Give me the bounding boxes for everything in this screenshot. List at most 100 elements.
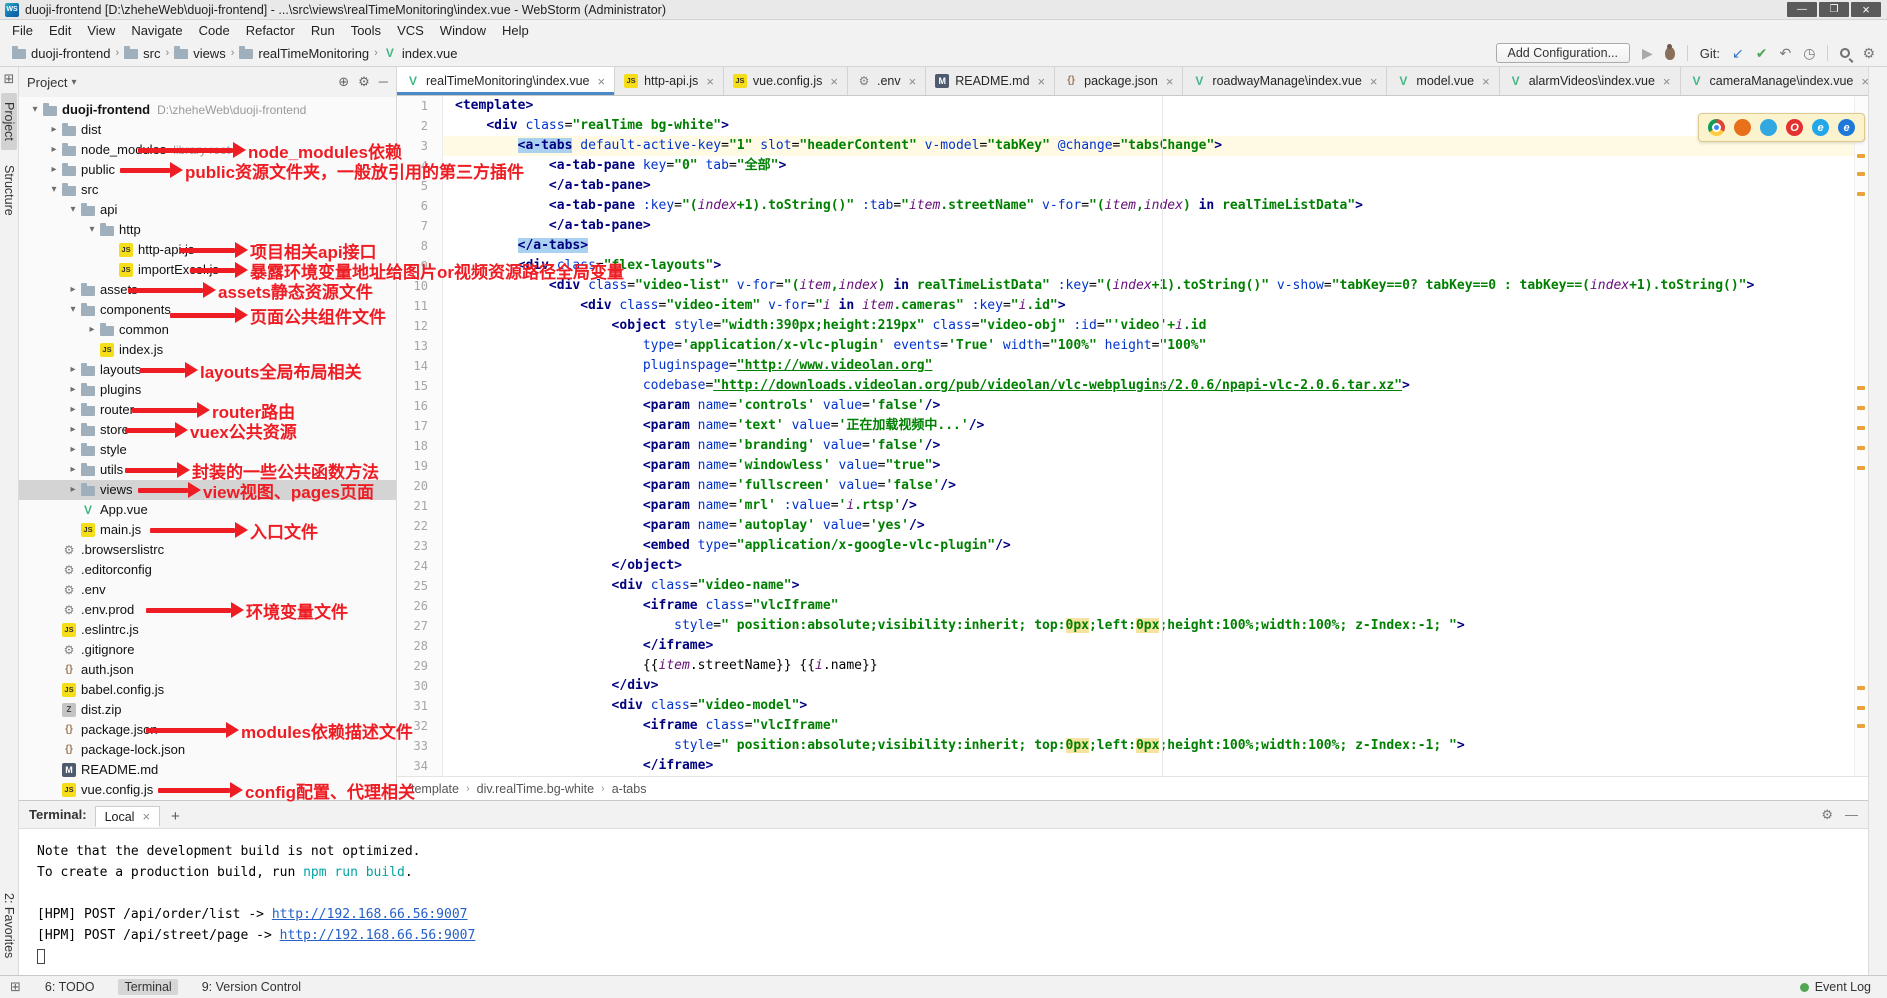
editor-tab-package-json[interactable]: {}package.json×: [1055, 67, 1183, 95]
stripe-mark[interactable]: [1857, 466, 1865, 470]
run-button[interactable]: [1642, 46, 1653, 60]
breadcrumb-item-realtimemonitoring[interactable]: realTimeMonitoring: [239, 46, 369, 61]
menu-file[interactable]: File: [4, 22, 41, 39]
close-tab-icon[interactable]: ×: [1038, 74, 1046, 89]
code-line-22[interactable]: 22 <param name='autoplay' value='yes'/>: [397, 516, 1868, 536]
tree-item-api[interactable]: ▾api: [19, 200, 396, 220]
code-line-17[interactable]: 17 <param name='text' value='正在加载视频中...'…: [397, 416, 1868, 436]
tree-item-public[interactable]: ▸public: [19, 160, 396, 180]
code-line-29[interactable]: 29 {{item.streetName}} {{i.name}}: [397, 656, 1868, 676]
stripe-mark[interactable]: [1857, 446, 1865, 450]
tree-item-env[interactable]: ⚙.env: [19, 580, 396, 600]
tool-windows-grid-icon[interactable]: ⊞: [10, 979, 21, 995]
close-tab-icon[interactable]: ×: [1370, 74, 1378, 89]
menu-window[interactable]: Window: [432, 22, 494, 39]
status-event-log[interactable]: Event Log: [1794, 979, 1877, 995]
code-line-27[interactable]: 27 style=" position:absolute;visibility:…: [397, 616, 1868, 636]
menu-view[interactable]: View: [79, 22, 123, 39]
ie-icon[interactable]: e: [1812, 119, 1829, 136]
code-line-21[interactable]: 21 <param name='mrl' :value='i.rtsp'/>: [397, 496, 1868, 516]
tree-item-common[interactable]: ▸common: [19, 320, 396, 340]
git-history-icon[interactable]: [1803, 46, 1815, 60]
editor-breadcrumb-a-tabs[interactable]: a-tabs: [612, 782, 647, 796]
terminal-output[interactable]: Note that the development build is not o…: [19, 829, 1868, 967]
close-tab-icon[interactable]: ×: [909, 74, 917, 89]
code-line-32[interactable]: 32 <iframe class="vlcIframe": [397, 716, 1868, 736]
minimize-panel-icon[interactable]: —: [1845, 807, 1858, 823]
close-tab-icon[interactable]: ×: [830, 74, 838, 89]
status-6-todo[interactable]: 6: TODO: [39, 979, 101, 995]
tree-item-utils[interactable]: ▸utils: [19, 460, 396, 480]
code-line-31[interactable]: 31 <div class="video-model">: [397, 696, 1868, 716]
tool-window-switcher-icon[interactable]: ⊞: [4, 71, 15, 87]
editor-breadcrumb-div-realtime-bg-white[interactable]: div.realTime.bg-white: [477, 782, 594, 796]
code-line-18[interactable]: 18 <param name='branding' value='false'/…: [397, 436, 1868, 456]
code-line-19[interactable]: 19 <param name='windowless' value="true"…: [397, 456, 1868, 476]
code-line-16[interactable]: 16 <param name='controls' value='false'/…: [397, 396, 1868, 416]
editor-tab-readme-md[interactable]: MREADME.md×: [926, 67, 1055, 95]
code-line-28[interactable]: 28 </iframe>: [397, 636, 1868, 656]
error-stripe[interactable]: [1854, 96, 1868, 776]
code-line-30[interactable]: 30 </div>: [397, 676, 1868, 696]
editor-tab-roadwaymanage-index-vue[interactable]: VroadwayManage\index.vue×: [1183, 67, 1387, 95]
edge-icon[interactable]: e: [1838, 119, 1855, 136]
terminal-settings-icon[interactable]: [1821, 807, 1833, 823]
code-line-13[interactable]: 13 type='application/x-vlc-plugin' event…: [397, 336, 1868, 356]
status-terminal[interactable]: Terminal: [118, 979, 177, 995]
code-line-34[interactable]: 34 </iframe>: [397, 756, 1868, 776]
stripe-mark[interactable]: [1857, 192, 1865, 196]
tree-item-browserslistrc[interactable]: ⚙.browserslistrc: [19, 540, 396, 560]
tool-button-project[interactable]: Project: [1, 93, 17, 150]
stripe-mark[interactable]: [1857, 724, 1865, 728]
debug-icon[interactable]: [1665, 47, 1675, 60]
minimize-button[interactable]: [1787, 2, 1817, 17]
code-line-24[interactable]: 24 </object>: [397, 556, 1868, 576]
maximize-button[interactable]: [1819, 2, 1849, 17]
tree-item-index-js[interactable]: JSindex.js: [19, 340, 396, 360]
tree-item-babel-config-js[interactable]: JSbabel.config.js: [19, 680, 396, 700]
tree-item-env-prod[interactable]: ⚙.env.prod: [19, 600, 396, 620]
terminal-link[interactable]: http://192.168.66.56:9007: [272, 907, 468, 922]
editor-tab-alarmvideos-index-vue[interactable]: ValarmVideos\index.vue×: [1500, 67, 1681, 95]
search-everywhere-icon[interactable]: [1840, 48, 1850, 58]
code-line-10[interactable]: 10 <div class="video-list" v-for="(item,…: [397, 276, 1868, 296]
tree-item-main-js[interactable]: JSmain.js: [19, 520, 396, 540]
tool-button-structure[interactable]: Structure: [1, 156, 17, 225]
editor-tab-model-vue[interactable]: Vmodel.vue×: [1387, 67, 1499, 95]
menu-code[interactable]: Code: [191, 22, 238, 39]
tree-item-components[interactable]: ▾components: [19, 300, 396, 320]
panel-settings-icon[interactable]: [358, 74, 370, 90]
tree-item-assets[interactable]: ▸assets: [19, 280, 396, 300]
tree-item-views[interactable]: ▸views: [19, 480, 396, 500]
editor-tab-env[interactable]: ⚙.env×: [848, 67, 926, 95]
tree-item-dist[interactable]: ▸dist: [19, 120, 396, 140]
editor-code[interactable]: 1<template>2 <div class="realTime bg-whi…: [397, 96, 1868, 776]
chrome-icon[interactable]: [1708, 119, 1725, 136]
tree-item-duoji-frontend[interactable]: ▾duoji-frontendD:\zheheWeb\duoji-fronten…: [19, 100, 396, 120]
close-terminal-tab-icon[interactable]: ×: [142, 809, 150, 824]
close-tab-icon[interactable]: ×: [1861, 74, 1868, 89]
tree-item-style[interactable]: ▸style: [19, 440, 396, 460]
close-tab-icon[interactable]: ×: [1166, 74, 1174, 89]
code-line-1[interactable]: 1<template>: [397, 96, 1868, 116]
code-line-20[interactable]: 20 <param name='fullscreen' value='false…: [397, 476, 1868, 496]
tree-item-app-vue[interactable]: VApp.vue: [19, 500, 396, 520]
code-line-23[interactable]: 23 <embed type="application/x-google-vlc…: [397, 536, 1868, 556]
close-tab-icon[interactable]: ×: [1663, 74, 1671, 89]
tree-item-gitignore[interactable]: ⚙.gitignore: [19, 640, 396, 660]
editor-tab-vue-config-js[interactable]: JSvue.config.js×: [724, 67, 848, 95]
tree-item-node-modules[interactable]: ▸node_moduleslibrary root: [19, 140, 396, 160]
code-line-6[interactable]: 6 <a-tab-pane :key="(index+1).toString()…: [397, 196, 1868, 216]
project-panel-header[interactable]: Project ▾: [19, 67, 396, 97]
editor-breadcrumb-template[interactable]: template: [411, 782, 459, 796]
stripe-mark[interactable]: [1857, 686, 1865, 690]
tree-item-http-api-js[interactable]: JShttp-api.js: [19, 240, 396, 260]
locate-file-icon[interactable]: [338, 74, 349, 90]
tree-item-router[interactable]: ▸router: [19, 400, 396, 420]
menu-help[interactable]: Help: [494, 22, 537, 39]
tree-item-importexcel-js[interactable]: JSimportExcel.js: [19, 260, 396, 280]
code-line-9[interactable]: 9 <div class="flex-layouts">: [397, 256, 1868, 276]
menu-refactor[interactable]: Refactor: [238, 22, 303, 39]
tree-item-src[interactable]: ▾src: [19, 180, 396, 200]
menu-navigate[interactable]: Navigate: [123, 22, 190, 39]
